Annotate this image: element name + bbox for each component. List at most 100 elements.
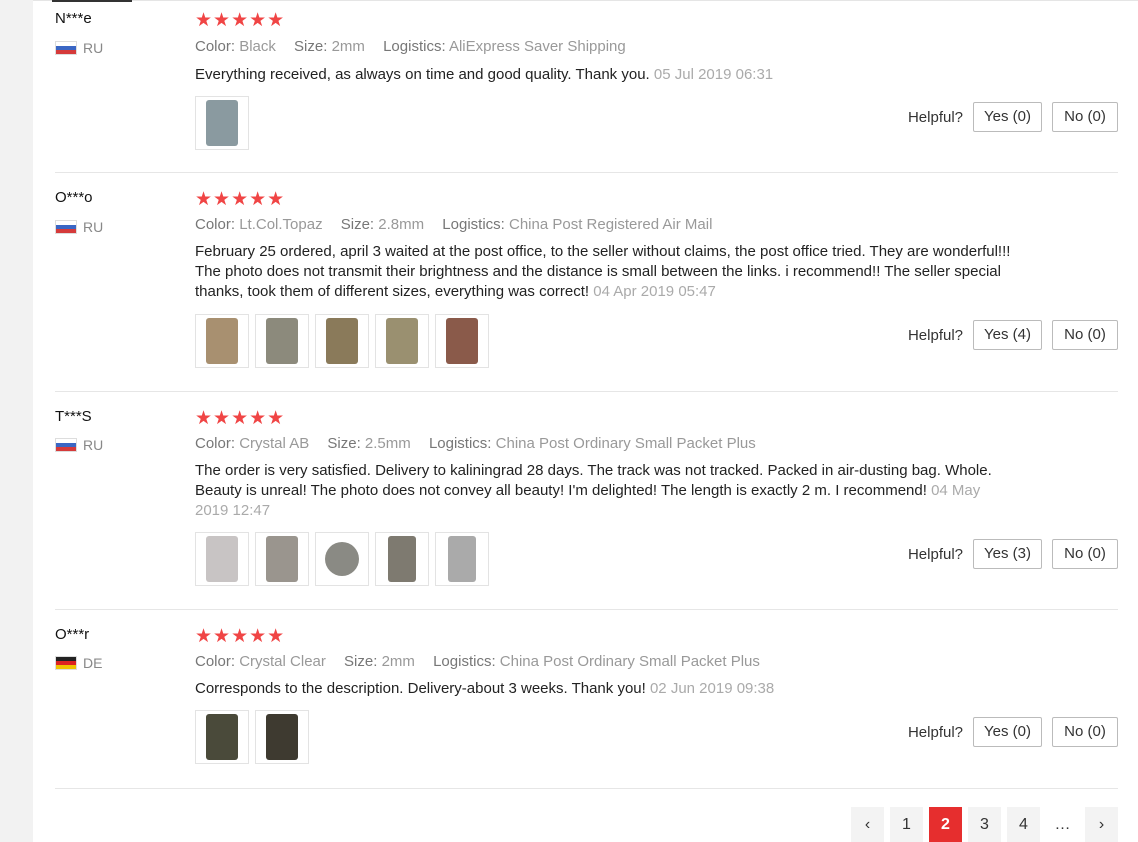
logistics-value: China Post Ordinary Small Packet Plus <box>499 653 760 670</box>
helpful-vote: Helpful? Yes (0) No (0) <box>908 102 1118 132</box>
country-code: RU <box>83 219 104 235</box>
photo-image <box>448 536 476 582</box>
review-photo-thumbnail[interactable] <box>195 532 249 586</box>
helpful-label: Helpful? <box>907 723 964 741</box>
review-sku-info: Color: Black Size: 2mm Logistics: AliExp… <box>195 38 626 55</box>
review-divider <box>55 172 1118 173</box>
logistics-value: China Post Ordinary Small Packet Plus <box>495 435 756 452</box>
next-page-button[interactable]: › <box>1085 807 1118 842</box>
logistics-label: Logistics: <box>383 38 446 55</box>
page-button-2-current[interactable]: 2 <box>929 807 962 842</box>
size-value: 2mm <box>381 653 415 670</box>
review-text: The order is very satisfied. Delivery to… <box>195 461 1015 521</box>
review-date: 05 Jul 2019 06:31 <box>653 66 774 83</box>
reviewer-country: RU <box>55 219 103 235</box>
helpful-label: Helpful? <box>907 108 964 126</box>
helpful-yes-button[interactable]: Yes (3) <box>973 539 1042 569</box>
photo-image <box>206 536 238 582</box>
review-text: Corresponds to the description. Delivery… <box>195 679 1015 699</box>
pagination: ‹ 1 2 3 4 … › <box>851 807 1118 842</box>
russia-flag-icon <box>55 438 77 452</box>
review-item: O***r DE ★★★★★ Color: Crystal Clear Size… <box>55 616 1118 790</box>
helpful-vote: Helpful? Yes (0) No (0) <box>908 717 1118 747</box>
review-date: 04 Apr 2019 05:47 <box>593 283 716 300</box>
review-photos <box>195 314 489 368</box>
photo-image <box>326 318 358 364</box>
left-gutter <box>0 0 33 842</box>
reviewer-name: N***e <box>55 10 92 27</box>
helpful-vote: Helpful? Yes (3) No (0) <box>908 539 1118 569</box>
photo-image <box>386 318 418 364</box>
photo-image <box>266 536 298 582</box>
photo-image <box>206 318 238 364</box>
review-photos <box>195 96 249 150</box>
size-label: Size: <box>344 653 378 670</box>
page-button-3[interactable]: 3 <box>968 807 1001 842</box>
reviewer-name: O***o <box>55 189 93 206</box>
logistics-value: AliExpress Saver Shipping <box>448 38 626 55</box>
helpful-no-button[interactable]: No (0) <box>1052 717 1118 747</box>
review-photo-thumbnail[interactable] <box>435 314 489 368</box>
review-photo-thumbnail[interactable] <box>435 532 489 586</box>
logistics-value: China Post Registered Air Mail <box>509 216 713 233</box>
size-label: Size: <box>294 38 328 55</box>
review-item: T***S RU ★★★★★ Color: Crystal AB Size: 2… <box>55 398 1118 610</box>
star-rating: ★★★★★ <box>195 626 286 647</box>
review-photo-thumbnail[interactable] <box>195 314 249 368</box>
size-value: 2.8mm <box>378 216 425 233</box>
helpful-yes-button[interactable]: Yes (0) <box>973 717 1042 747</box>
review-photo-thumbnail[interactable] <box>195 96 249 150</box>
review-item: N***e RU ★★★★★ Color: Black Size: 2mm Lo… <box>55 0 1118 173</box>
photo-image <box>266 714 298 760</box>
review-text: February 25 ordered, april 3 waited at t… <box>195 242 1015 302</box>
reviewer-country: RU <box>55 40 103 56</box>
size-value: 2mm <box>331 38 365 55</box>
helpful-no-button[interactable]: No (0) <box>1052 102 1118 132</box>
page-button-4[interactable]: 4 <box>1007 807 1040 842</box>
prev-page-button[interactable]: ‹ <box>851 807 884 842</box>
review-photos <box>195 710 309 764</box>
review-sku-info: Color: Lt.Col.Topaz Size: 2.8mm Logistic… <box>195 216 712 233</box>
size-value: 2.5mm <box>364 435 411 452</box>
helpful-yes-button[interactable]: Yes (0) <box>973 102 1042 132</box>
review-photo-thumbnail[interactable] <box>195 710 249 764</box>
russia-flag-icon <box>55 220 77 234</box>
review-photo-thumbnail[interactable] <box>255 710 309 764</box>
photo-image <box>388 536 416 582</box>
germany-flag-icon <box>55 656 77 670</box>
page-button-1[interactable]: 1 <box>890 807 923 842</box>
helpful-vote: Helpful? Yes (4) No (0) <box>908 320 1118 350</box>
review-body: Corresponds to the description. Delivery… <box>195 680 646 697</box>
pagination-ellipsis: … <box>1054 815 1071 833</box>
star-rating: ★★★★★ <box>195 408 286 429</box>
reviewer-name: T***S <box>55 408 92 425</box>
helpful-no-button[interactable]: No (0) <box>1052 539 1118 569</box>
color-value: Crystal AB <box>239 435 310 452</box>
helpful-label: Helpful? <box>907 326 964 344</box>
review-date: 02 Jun 2019 09:38 <box>649 680 775 697</box>
photo-image <box>206 100 238 146</box>
country-code: DE <box>83 655 103 671</box>
helpful-no-button[interactable]: No (0) <box>1052 320 1118 350</box>
review-sku-info: Color: Crystal Clear Size: 2mm Logistics… <box>195 653 760 670</box>
color-label: Color: <box>195 216 236 233</box>
logistics-label: Logistics: <box>433 653 496 670</box>
color-value: Crystal Clear <box>239 653 326 670</box>
color-label: Color: <box>195 435 236 452</box>
photo-image <box>446 318 478 364</box>
review-photo-thumbnail[interactable] <box>255 532 309 586</box>
review-photo-thumbnail[interactable] <box>255 314 309 368</box>
color-label: Color: <box>195 653 236 670</box>
helpful-yes-button[interactable]: Yes (4) <box>973 320 1042 350</box>
size-label: Size: <box>340 216 375 233</box>
review-divider <box>55 609 1118 610</box>
logistics-label: Logistics: <box>428 435 492 452</box>
review-photo-thumbnail[interactable] <box>315 314 369 368</box>
review-photos <box>195 532 489 586</box>
photo-image <box>325 542 359 576</box>
country-code: RU <box>83 437 104 453</box>
review-photo-thumbnail[interactable] <box>375 532 429 586</box>
review-photo-thumbnail[interactable] <box>375 314 429 368</box>
russia-flag-icon <box>55 41 77 55</box>
review-photo-thumbnail[interactable] <box>315 532 369 586</box>
